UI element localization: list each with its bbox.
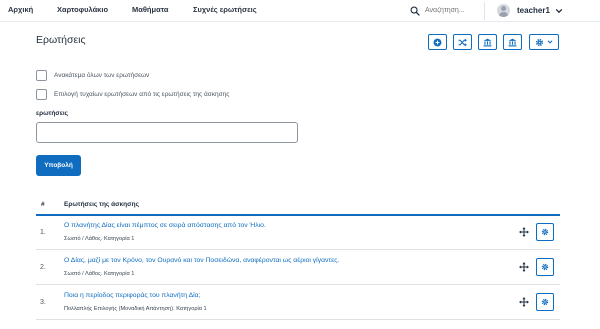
chevron-down-icon (547, 40, 553, 44)
question-link[interactable]: Ο Δίας, μαζί με τον Κρόνο, τον Ουρανό κα… (64, 257, 339, 264)
move-icon[interactable] (519, 227, 529, 237)
row-number: 1. (40, 229, 46, 236)
search-input[interactable] (425, 7, 471, 14)
column-header-number: # (41, 201, 45, 208)
questions-field-label: ερωτήσεις (36, 110, 69, 117)
nav-faq[interactable]: Συχνές ερωτήσεις (193, 5, 257, 14)
table-row: 1. Ο πλανήτης Δίας είναι πέμπτος σε σειρ… (36, 216, 560, 250)
nav-courses[interactable]: Μαθήματα (132, 5, 168, 14)
question-bank-button[interactable] (478, 34, 497, 50)
random-select-label: Επιλογή τυχαίων ερωτήσεων από τις ερωτήσ… (54, 91, 230, 98)
questions-input[interactable] (36, 122, 298, 143)
nav-divider (484, 2, 485, 20)
shuffle-all-label: Ανακάτεμα όλων των ερωτήσεων (54, 72, 150, 79)
avatar (497, 4, 510, 17)
table-row: 3. Ποια η περίοδος περιφοράς του πλανήτη… (36, 286, 560, 320)
row-number: 3. (40, 299, 46, 306)
table-row: 2. Ο Δίας, μαζί με τον Κρόνο, τον Ουρανό… (36, 251, 560, 285)
page-title: Ερωτήσεις (36, 34, 86, 46)
move-icon[interactable] (519, 262, 529, 272)
settings-dropdown-button[interactable] (529, 34, 559, 50)
nav-home[interactable]: Αρχική (8, 5, 33, 14)
plus-circle-icon (433, 38, 442, 46)
question-settings-button[interactable] (536, 258, 554, 276)
chevron-down-icon (555, 8, 563, 13)
gear-icon (541, 263, 549, 271)
question-meta: Σωστό / Λάθος. Κατηγορία 1 (64, 236, 135, 242)
search-icon[interactable] (410, 5, 420, 16)
user-menu[interactable]: teacher1 (497, 1, 563, 20)
question-meta: Πολλαπλής Επιλογής (Μοναδική Απάντηση). … (64, 306, 207, 312)
nav-portfolio[interactable]: Χαρτοφυλάκιο (57, 5, 108, 14)
random-select-option[interactable]: Επιλογή τυχαίων ερωτήσεων από τις ερωτήσ… (36, 89, 229, 100)
add-question-button[interactable] (428, 34, 447, 50)
bank-icon (508, 38, 517, 46)
question-meta: Σωστό / Λάθος. Κατηγορία 1 (64, 271, 135, 277)
gear-icon (541, 298, 549, 306)
table-header: # Ερωτήσεις της άσκησης (36, 194, 560, 216)
gear-icon (541, 228, 549, 236)
shuffle-button[interactable] (453, 34, 472, 50)
shuffle-icon (458, 38, 467, 46)
shuffle-all-checkbox[interactable] (36, 70, 47, 81)
top-navbar: Αρχική Χαρτοφυλάκιο Μαθήματα Συχνές ερωτ… (0, 0, 600, 22)
questions-card: Ερωτήσεις Ανακάτεμα όλων των ερωτήσεων Ε… (0, 22, 600, 329)
user-name: teacher1 (517, 6, 550, 15)
question-link[interactable]: Ποια η περίοδος περιφοράς του πλανήτη Δί… (64, 292, 200, 299)
question-settings-button[interactable] (536, 223, 554, 241)
question-settings-button[interactable] (536, 293, 554, 311)
search-box[interactable] (410, 3, 472, 18)
column-header-questions: Ερωτήσεις της άσκησης (64, 201, 139, 208)
question-link[interactable]: Ο πλανήτης Δίας είναι πέμπτος σε σειρά α… (64, 222, 266, 229)
submit-button[interactable]: Υποβολή (36, 155, 81, 176)
gear-icon (535, 38, 544, 46)
row-number: 2. (40, 264, 46, 271)
question-bank-import-button[interactable] (503, 34, 522, 50)
bank-icon (483, 38, 492, 46)
shuffle-all-option[interactable]: Ανακάτεμα όλων των ερωτήσεων (36, 70, 149, 81)
move-icon[interactable] (519, 297, 529, 307)
random-select-checkbox[interactable] (36, 89, 47, 100)
